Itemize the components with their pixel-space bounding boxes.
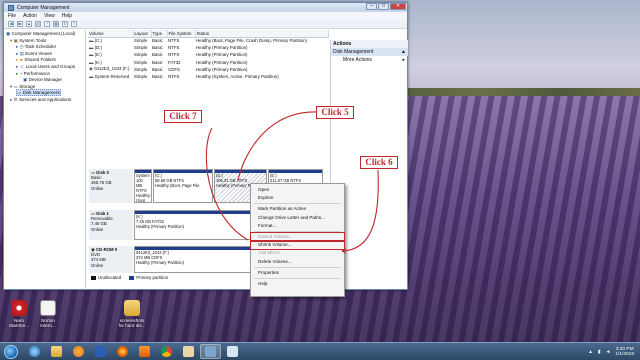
folder-icon [51,346,62,357]
firefox-icon [117,346,128,357]
media-player-icon [73,346,84,357]
taskbar-computer-management[interactable] [200,344,221,359]
network-icon[interactable]: ▮ [598,350,601,355]
taskbar-word[interactable] [90,344,111,359]
taskbar-paint[interactable] [178,344,199,359]
taskbar-snipping-tool[interactable] [222,344,243,359]
taskbar-media-player[interactable] [68,344,89,359]
callout-click-5: Click 5 [316,106,354,119]
show-hidden-icons-icon[interactable]: ▲ [588,350,593,355]
taskbar: ▲ ▮ ◄ 3:20 PM 1/1/2018 [0,342,640,360]
chrome-icon [161,346,172,357]
arrow-click-7 [205,127,249,241]
snipping-tool-icon [227,346,238,357]
taskbar-vlc[interactable] [134,344,155,359]
taskbar-ie[interactable] [24,344,45,359]
vlc-icon [139,346,150,357]
callout-click-7: Click 7 [164,110,202,123]
paint-icon [183,346,194,357]
annotation-arrows [205,111,379,254]
taskbar-explorer[interactable] [46,344,67,359]
volume-icon[interactable]: ◄ [606,350,611,355]
taskbar-chrome[interactable] [156,344,177,359]
word-icon [95,346,106,357]
callout-click-6: Click 6 [360,156,398,169]
start-button[interactable] [4,344,18,359]
arrow-click-5 [237,111,319,181]
ie-icon [29,346,40,357]
computer-management-icon [205,346,216,357]
clock-date: 1/1/2018 [615,352,634,357]
arrow-click-6 [341,169,379,252]
clock[interactable]: 3:20 PM 1/1/2018 [615,347,634,358]
system-tray: ▲ ▮ ◄ 3:20 PM 1/1/2018 [588,343,634,360]
taskbar-firefox[interactable] [112,344,133,359]
